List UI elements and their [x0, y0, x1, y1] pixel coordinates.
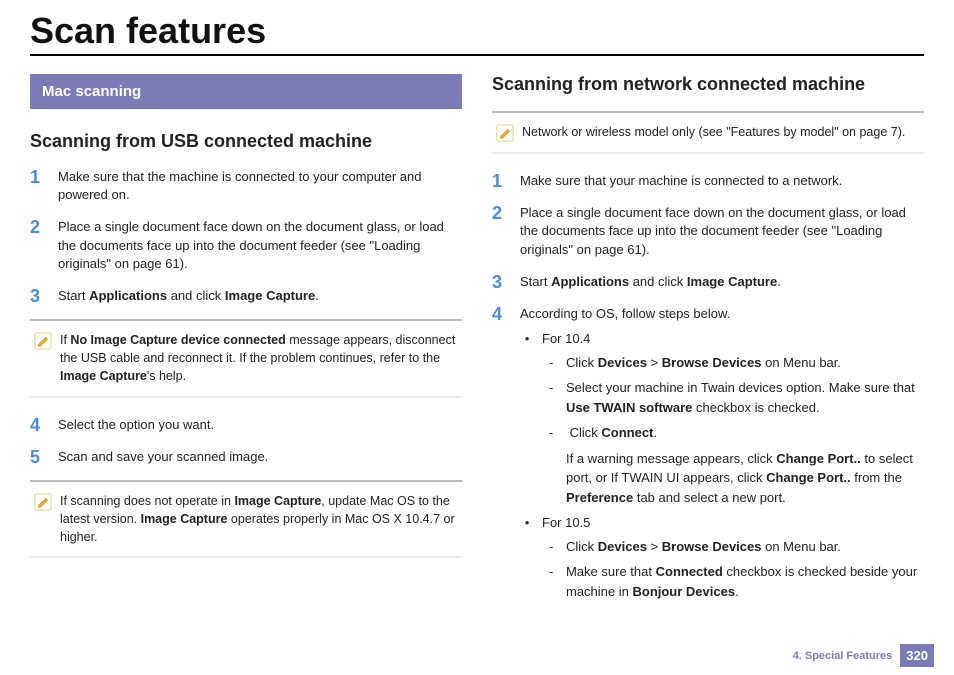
section-banner-mac-scanning: Mac scanning: [30, 74, 462, 109]
step-5: 5 Scan and save your scanned image.: [30, 448, 462, 466]
bullet-icon: •: [522, 513, 532, 533]
note-box: If scanning does not operate in Image Ca…: [30, 480, 462, 558]
step-3: 3 Start Applications and click Image Cap…: [492, 273, 924, 291]
note-text: If scanning does not operate in Image Ca…: [60, 492, 458, 546]
left-column: Mac scanning Scanning from USB connected…: [30, 74, 462, 607]
dash-icon: -: [546, 537, 556, 557]
note-text: If No Image Capture device connected mes…: [60, 331, 458, 385]
step-text: According to OS, follow steps below.: [520, 305, 924, 323]
step-text: Place a single document face down on the…: [58, 218, 462, 273]
list-item: • For 10.5: [522, 513, 924, 533]
step-number: 4: [492, 305, 520, 323]
right-column: Scanning from network connected machine …: [492, 74, 924, 607]
step-number: 3: [492, 273, 520, 291]
step-text: Start Applications and click Image Captu…: [520, 273, 924, 291]
bullet-icon: •: [522, 329, 532, 349]
page-footer: 4. Special Features 320: [793, 644, 934, 667]
step-number: 1: [30, 168, 58, 186]
list-text: Select your machine in Twain devices opt…: [566, 378, 924, 417]
dash-icon: -: [546, 378, 556, 417]
step-text: Scan and save your scanned image.: [58, 448, 462, 466]
list-item: - Click Connect.: [546, 423, 924, 443]
subheading-usb: Scanning from USB connected machine: [30, 131, 462, 152]
step-text: Make sure that your machine is connected…: [520, 172, 924, 190]
page-number-badge: 320: [900, 644, 934, 667]
list-item: -Click Devices > Browse Devices on Menu …: [546, 353, 924, 373]
step-text: Make sure that the machine is connected …: [58, 168, 462, 204]
step-number: 1: [492, 172, 520, 190]
dash-icon: -: [546, 562, 556, 601]
step-text: Select the option you want.: [58, 416, 462, 434]
step-number: 2: [30, 218, 58, 236]
step-text: Place a single document face down on the…: [520, 204, 924, 259]
footer-chapter: 4. Special Features: [793, 650, 893, 662]
step-number: 2: [492, 204, 520, 222]
os-steps-list: •For 10.4 -Click Devices > Browse Device…: [522, 329, 924, 601]
step-1: 1 Make sure that the machine is connecte…: [30, 168, 462, 204]
content-columns: Mac scanning Scanning from USB connected…: [30, 74, 924, 607]
note-box: If No Image Capture device connected mes…: [30, 319, 462, 397]
step-1: 1 Make sure that your machine is connect…: [492, 172, 924, 190]
list-text: For 10.5: [542, 513, 590, 533]
note-text: Network or wireless model only (see "Fea…: [522, 123, 920, 141]
list-item: -Make sure that Connected checkbox is ch…: [546, 562, 924, 601]
step-text: Start Applications and click Image Captu…: [58, 287, 462, 305]
list-text: Click Connect.: [566, 423, 657, 443]
list-item: • For 10.4: [522, 329, 924, 349]
step-4: 4 Select the option you want.: [30, 416, 462, 434]
list-text: Click Devices > Browse Devices on Menu b…: [566, 537, 841, 557]
pencil-note-icon: [34, 493, 52, 511]
list-text: Click Devices > Browse Devices on Menu b…: [566, 353, 841, 373]
step-3: 3 Start Applications and click Image Cap…: [30, 287, 462, 305]
note-box: Network or wireless model only (see "Fea…: [492, 111, 924, 154]
list-text: For 10.4: [542, 329, 590, 349]
step-number: 5: [30, 448, 58, 466]
list-item: -Select your machine in Twain devices op…: [546, 378, 924, 417]
step-number: 4: [30, 416, 58, 434]
pencil-note-icon: [34, 332, 52, 350]
subheading-network: Scanning from network connected machine: [492, 74, 924, 95]
pencil-note-icon: [496, 124, 514, 142]
step-4: 4 According to OS, follow steps below.: [492, 305, 924, 323]
list-continuation: If a warning message appears, click Chan…: [566, 449, 924, 508]
step-2: 2 Place a single document face down on t…: [492, 204, 924, 259]
dash-icon: -: [546, 353, 556, 373]
list-text: Make sure that Connected checkbox is che…: [566, 562, 924, 601]
page-title: Scan features: [30, 10, 924, 56]
step-2: 2 Place a single document face down on t…: [30, 218, 462, 273]
step-number: 3: [30, 287, 58, 305]
list-item: -Click Devices > Browse Devices on Menu …: [546, 537, 924, 557]
dash-icon: -: [546, 423, 556, 443]
